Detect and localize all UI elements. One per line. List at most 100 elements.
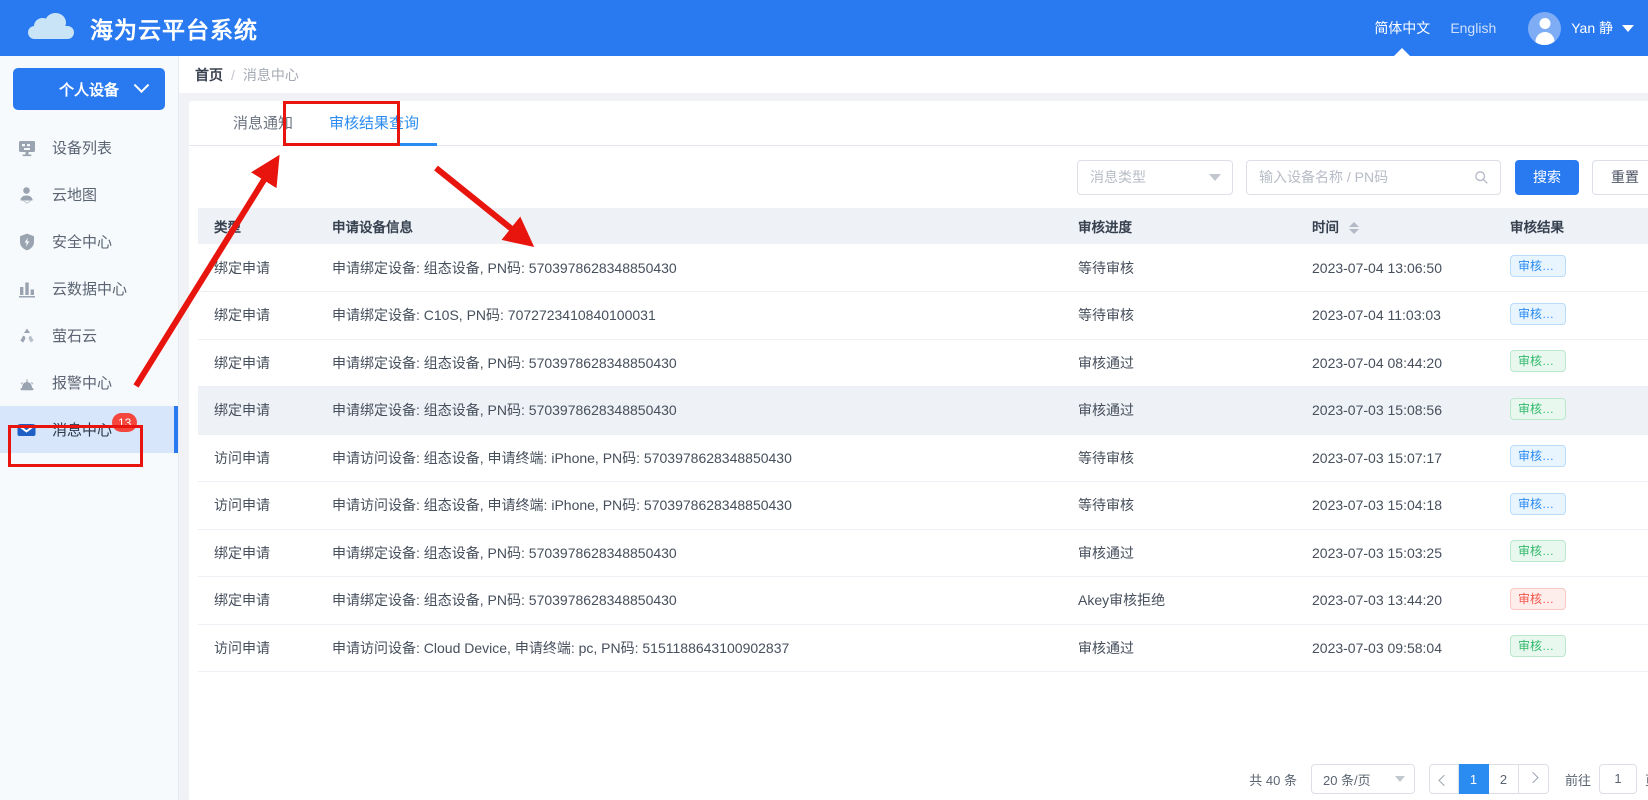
tab-message-notification[interactable]: 消息通知	[215, 112, 311, 145]
message-type-placeholder: 消息类型	[1090, 169, 1146, 185]
sidebar-item-label: 安全中心	[52, 234, 113, 251]
cell-progress: 等待审核	[1062, 244, 1296, 292]
table-row[interactable]: 绑定申请 申请绑定设备: 组态设备, PN码: 57039786283488504…	[198, 244, 1648, 292]
cell-type: 访问申请	[198, 434, 316, 482]
sidebar: 个人设备 设备列表 云地图 安全中心 云数据中心 萤石云 报警中心 消息中心 1…	[0, 56, 179, 800]
brand: 海为云平台系统	[28, 11, 258, 45]
search-input[interactable]: 输入设备名称 / PN码	[1246, 159, 1501, 195]
table-head: 类型 申请设备信息 审核进度 时间 审核结果	[198, 208, 1648, 244]
cell-time: 2023-07-03 15:07:17	[1296, 434, 1494, 482]
cell-progress: 审核通过	[1062, 529, 1296, 577]
message-type-select[interactable]: 消息类型	[1077, 159, 1233, 195]
cell-time: 2023-07-03 09:58:04	[1296, 624, 1494, 672]
top-header-bar: 海为云平台系统 简体中文 English Yan 静	[0, 0, 1648, 56]
page-size-label: 20 条/页	[1322, 772, 1371, 788]
page-nav: 1 2	[1428, 764, 1549, 794]
status-badge: 审核通过	[1510, 635, 1566, 658]
magnifier-icon	[1475, 170, 1488, 184]
chevron-down-icon	[1394, 776, 1405, 782]
cell-device-info: 申请绑定设备: 组态设备, PN码: 5703978628348850430	[316, 576, 1062, 625]
table-row[interactable]: 访问申请 申请访问设备: Cloud Device, 申请终端: pc, PN码:…	[198, 624, 1648, 672]
table-row[interactable]: 绑定申请 申请绑定设备: 组态设备, PN码: 57039786283488504…	[198, 576, 1648, 625]
table-row[interactable]: 绑定申请 申请绑定设备: 组态设备, PN码: 57039786283488504…	[198, 386, 1648, 435]
cell-type: 绑定申请	[198, 386, 316, 435]
cloud-recycle-icon	[16, 325, 37, 346]
table-row[interactable]: 访问申请 申请访问设备: 组态设备, 申请终端: iPhone, PN码: 570…	[198, 481, 1648, 530]
tab-audit-result-query[interactable]: 审核结果查询	[311, 112, 438, 146]
cell-progress: 审核通过	[1062, 386, 1296, 435]
cell-type: 绑定申请	[198, 529, 316, 577]
page-button-1[interactable]: 1	[1458, 764, 1489, 794]
bar-chart-icon	[16, 278, 37, 299]
status-badge: 审核拒绝	[1510, 587, 1566, 610]
breadcrumb-home[interactable]: 首页	[195, 65, 223, 85]
device-scope-selector[interactable]: 个人设备	[13, 68, 165, 110]
sidebar-item-message-center[interactable]: 消息中心 13	[0, 406, 178, 453]
cell-type: 绑定申请	[198, 244, 316, 292]
next-page-button[interactable]	[1518, 764, 1549, 794]
breadcrumb: 首页 / 消息中心	[179, 56, 1648, 93]
device-scope-label: 个人设备	[58, 81, 119, 99]
col-header-time[interactable]: 时间	[1296, 208, 1494, 244]
table-body: 绑定申请 申请绑定设备: 组态设备, PN码: 57039786283488504…	[198, 244, 1648, 672]
cell-progress: Akey审核拒绝	[1062, 576, 1296, 625]
sidebar-nav: 设备列表 云地图 安全中心 云数据中心 萤石云 报警中心 消息中心 13	[0, 124, 178, 453]
sidebar-item-cloud-map[interactable]: 云地图	[0, 171, 178, 218]
cell-progress: 等待审核	[1062, 291, 1296, 340]
page-size-select[interactable]: 20 条/页	[1310, 764, 1415, 794]
cell-result: 审核通过	[1494, 624, 1648, 672]
message-unread-badge: 13	[112, 413, 138, 432]
language-zh-button[interactable]: 简体中文	[1364, 0, 1440, 56]
col-header-device-info: 申请设备信息	[316, 208, 1062, 244]
cell-device-info: 申请访问设备: Cloud Device, 申请终端: pc, PN码: 515…	[316, 624, 1062, 672]
user-name-label: Yan 静	[1571, 20, 1613, 36]
goto-page-input[interactable]: 1	[1598, 764, 1637, 794]
cell-progress: 等待审核	[1062, 481, 1296, 530]
goto-label: 前往	[1564, 772, 1591, 788]
avatar	[1528, 11, 1562, 45]
language-en-button[interactable]: English	[1440, 0, 1506, 56]
cell-result: 审核中...	[1494, 481, 1648, 530]
envelope-icon	[16, 419, 37, 440]
filter-toolbar: 消息类型 输入设备名称 / PN码 搜索 重置	[189, 146, 1648, 208]
status-badge: 审核通过	[1510, 397, 1566, 420]
col-header-progress: 审核进度	[1062, 208, 1296, 244]
cell-time: 2023-07-03 15:04:18	[1296, 481, 1494, 530]
sidebar-item-security-center[interactable]: 安全中心	[0, 218, 178, 265]
table-row[interactable]: 访问申请 申请访问设备: 组态设备, 申请终端: iPhone, PN码: 570…	[198, 434, 1648, 482]
cell-time: 2023-07-04 13:06:50	[1296, 244, 1494, 292]
breadcrumb-separator: /	[231, 66, 235, 83]
col-header-type: 类型	[198, 208, 316, 244]
reset-button[interactable]: 重置	[1592, 159, 1648, 195]
user-menu[interactable]: Yan 静	[1528, 11, 1634, 45]
sidebar-item-label: 设备列表	[52, 140, 113, 157]
cell-time: 2023-07-04 08:44:20	[1296, 339, 1494, 387]
sidebar-item-ezviz-cloud[interactable]: 萤石云	[0, 312, 178, 359]
cell-device-info: 申请绑定设备: C10S, PN码: 7072723410840100031	[316, 291, 1062, 340]
sidebar-item-label: 报警中心	[52, 375, 113, 392]
table-row[interactable]: 绑定申请 申请绑定设备: 组态设备, PN码: 57039786283488504…	[198, 529, 1648, 577]
cell-result: 审核中...	[1494, 244, 1648, 292]
cell-device-info: 申请绑定设备: 组态设备, PN码: 5703978628348850430	[316, 339, 1062, 387]
cell-device-info: 申请访问设备: 组态设备, 申请终端: iPhone, PN码: 5703978…	[316, 434, 1062, 482]
sidebar-item-device-list[interactable]: 设备列表	[0, 124, 178, 171]
sidebar-item-alarm-center[interactable]: 报警中心	[0, 359, 178, 406]
pagination-total: 共 40 条	[1249, 772, 1297, 788]
content-panel: 消息通知 审核结果查询 消息类型 输入设备名称 / PN码 搜索 重置 类型 申…	[189, 101, 1648, 800]
sidebar-item-cloud-data-center[interactable]: 云数据中心	[0, 265, 178, 312]
status-badge: 审核通过	[1510, 350, 1566, 373]
table-row[interactable]: 绑定申请 申请绑定设备: 组态设备, PN码: 57039786283488504…	[198, 339, 1648, 387]
page-button-2[interactable]: 2	[1488, 764, 1519, 794]
cell-result: 审核通过	[1494, 529, 1648, 577]
cell-device-info: 申请绑定设备: 组态设备, PN码: 5703978628348850430	[316, 386, 1062, 435]
search-button[interactable]: 搜索	[1515, 159, 1579, 195]
breadcrumb-current: 消息中心	[242, 66, 299, 83]
chevron-down-icon	[1209, 173, 1221, 181]
cell-time: 2023-07-04 11:03:03	[1296, 291, 1494, 340]
cell-progress: 等待审核	[1062, 434, 1296, 482]
prev-page-button[interactable]	[1428, 764, 1459, 794]
brand-title: 海为云平台系统	[90, 17, 258, 43]
sidebar-item-label: 云地图	[52, 187, 98, 204]
sort-arrows-icon[interactable]	[1348, 221, 1359, 235]
table-row[interactable]: 绑定申请 申请绑定设备: C10S, PN码: 70727234108401000…	[198, 291, 1648, 340]
